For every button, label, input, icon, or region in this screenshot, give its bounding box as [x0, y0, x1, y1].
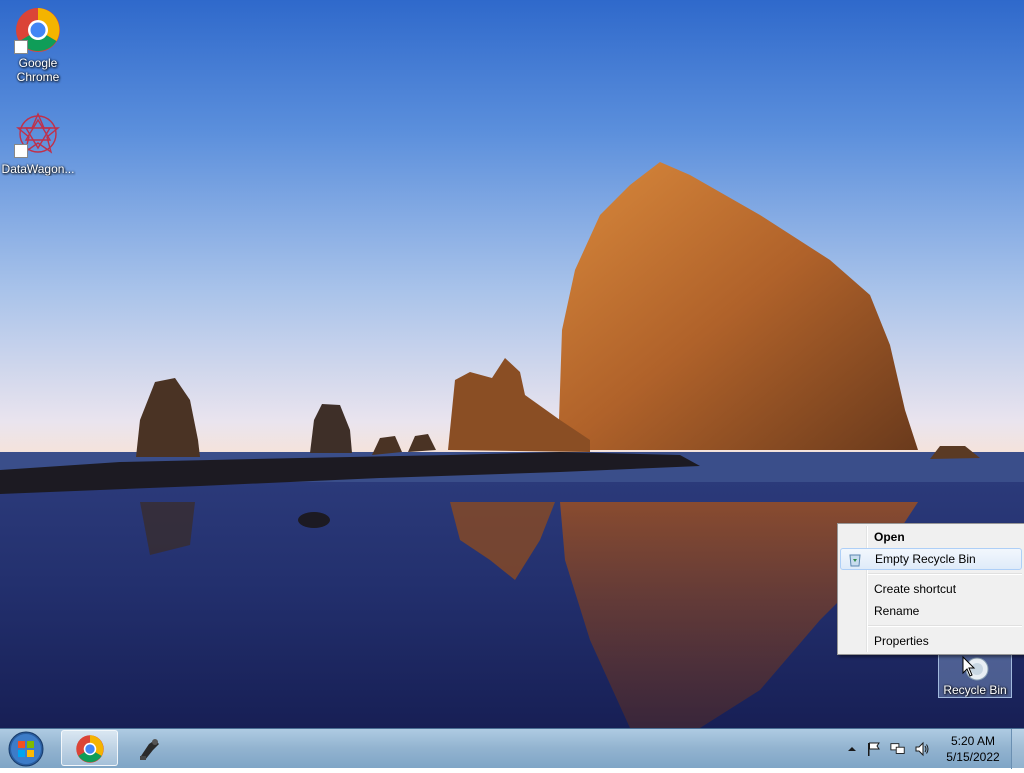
- shortcut-arrow-icon: [14, 40, 28, 54]
- taskbar: 5:20 AM 5/15/2022: [0, 728, 1024, 769]
- menu-item-label: Create shortcut: [874, 582, 957, 596]
- taskbar-button-datawagon[interactable]: [122, 730, 178, 766]
- desktop-icon-label: Recycle Bin: [943, 683, 1007, 697]
- clock-date: 5/15/2022: [946, 750, 1000, 764]
- menu-item-label: Rename: [874, 604, 920, 618]
- desktop-icon-label: DataWagon...: [1, 162, 75, 176]
- show-desktop-button[interactable]: [1011, 729, 1024, 769]
- menu-item-label: Empty Recycle Bin: [875, 552, 976, 566]
- chrome-icon: [14, 6, 62, 54]
- desktop-icon-label: Google Chrome: [16, 56, 60, 84]
- menu-item-rename[interactable]: Rename: [840, 600, 1022, 622]
- desktop[interactable]: Google Chrome DataWagon... Recycle Bin O…: [0, 0, 1024, 728]
- desktop-icon-datawagon[interactable]: DataWagon...: [0, 110, 76, 176]
- shortcut-arrow-icon: [14, 144, 28, 158]
- menu-item-label: Properties: [874, 634, 929, 648]
- clock-time: 5:20 AM: [950, 734, 996, 748]
- datawagon-icon: [14, 110, 62, 158]
- volume-icon[interactable]: [914, 741, 930, 757]
- menu-item-properties[interactable]: Properties: [840, 630, 1022, 652]
- taskbar-button-chrome[interactable]: [61, 730, 118, 766]
- start-button[interactable]: [4, 730, 48, 768]
- menu-separator: [868, 573, 1022, 575]
- menu-separator: [868, 625, 1022, 627]
- system-clock[interactable]: 5:20 AM 5/15/2022: [937, 733, 1009, 765]
- windows-orb-icon: [8, 731, 44, 767]
- network-icon[interactable]: [890, 741, 906, 757]
- recycle-bin-small-icon: [847, 552, 863, 568]
- mouse-cursor-icon: [962, 656, 976, 677]
- menu-item-empty-recycle-bin[interactable]: Empty Recycle Bin: [840, 548, 1022, 570]
- action-center-flag-icon[interactable]: [866, 741, 882, 757]
- chrome-icon: [76, 735, 104, 763]
- show-hidden-icons-arrow[interactable]: [844, 741, 860, 757]
- menu-item-open[interactable]: Open: [840, 526, 1022, 548]
- context-menu: Open Empty Recycle Bin Create shortcut R…: [837, 523, 1024, 655]
- datawagon-icon: [140, 739, 159, 760]
- menu-item-label: Open: [874, 530, 905, 544]
- menu-item-create-shortcut[interactable]: Create shortcut: [840, 578, 1022, 600]
- desktop-icon-google-chrome[interactable]: Google Chrome: [0, 6, 76, 84]
